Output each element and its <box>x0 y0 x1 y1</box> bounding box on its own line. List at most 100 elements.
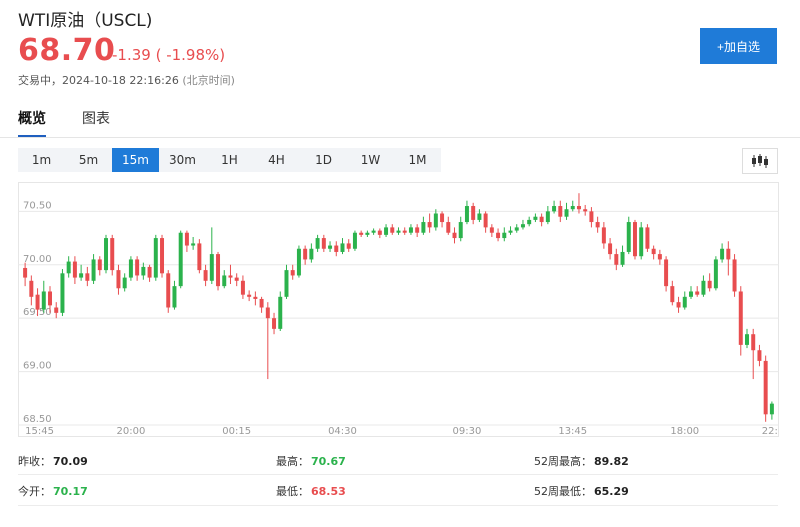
candle-body <box>122 277 127 289</box>
candle-body <box>539 216 544 223</box>
candle-body <box>166 273 171 308</box>
candle-body <box>334 245 339 252</box>
candle-body <box>520 224 525 228</box>
interval-15m[interactable]: 15m <box>112 148 159 172</box>
interval-1m[interactable]: 1m <box>18 148 65 172</box>
candle-body <box>713 259 718 289</box>
candle-body <box>496 232 501 239</box>
candle-body <box>104 238 109 271</box>
candle-body <box>738 291 743 345</box>
section-tabs: 概览 图表 <box>18 108 110 138</box>
stat-value: 89.82 <box>594 455 629 468</box>
x-tick-label: 20:00 <box>116 426 145 437</box>
candle-body <box>259 298 264 308</box>
interval-1h[interactable]: 1H <box>206 148 253 172</box>
candle-body <box>533 216 538 220</box>
interval-1w[interactable]: 1W <box>347 148 394 172</box>
candle-body <box>41 291 46 310</box>
candle-body <box>720 248 725 260</box>
candle-body <box>464 206 469 223</box>
x-tick-label: 09:30 <box>453 426 482 437</box>
candle-body <box>545 211 550 223</box>
candle-body <box>489 227 494 233</box>
price-chart[interactable]: 70.5070.0069.5069.0068.5015:4520:0000:15… <box>18 182 791 437</box>
candle-body <box>676 302 681 308</box>
stat-value: 65.29 <box>594 485 629 498</box>
last-price: 68.70 <box>18 33 116 68</box>
candle-body <box>595 222 600 228</box>
interval-1d[interactable]: 1D <box>300 148 347 172</box>
stats-row: 昨收： 70.09 最高： 70.67 52周最高： 89.82 <box>18 450 778 474</box>
candle-body <box>701 280 706 295</box>
candle-body <box>265 307 270 319</box>
candle-body <box>79 273 84 278</box>
candle-body <box>184 232 189 246</box>
x-tick-label: 22:15 <box>762 426 779 437</box>
candlestick-icon <box>752 154 768 168</box>
candle-body <box>377 230 382 235</box>
chart-frame <box>18 182 779 437</box>
stat-value: 70.67 <box>311 455 346 468</box>
candle-body <box>216 254 221 287</box>
candle-body <box>651 248 656 255</box>
candle-body <box>583 209 588 212</box>
stats-divider <box>18 474 778 475</box>
price-change: -1.39 ( -1.98%) <box>112 46 226 64</box>
candle-body <box>309 248 314 260</box>
candle-body <box>240 280 245 295</box>
candle-body <box>272 318 277 329</box>
y-tick-label: 68.50 <box>23 414 52 425</box>
candle-body <box>178 232 183 287</box>
candle-body <box>72 261 77 278</box>
stat-low: 最低： 68.53 <box>276 483 346 499</box>
stat-label: 最高： <box>276 455 309 468</box>
trading-status: 交易中，2024-10-18 22:16:26 (北京时间) <box>18 72 235 88</box>
candle-body <box>23 267 28 278</box>
candle-body <box>707 280 712 289</box>
candle-body <box>128 259 133 278</box>
candle-body <box>576 206 581 210</box>
candle-body <box>421 222 426 233</box>
candle-body <box>54 307 59 313</box>
candle-body <box>508 230 513 233</box>
candle-body <box>570 206 575 210</box>
add-to-watchlist-button[interactable]: +加自选 <box>700 28 777 64</box>
candle-body <box>471 206 476 220</box>
candle-body <box>359 232 364 235</box>
candle-body <box>234 277 239 281</box>
chart-svg: 70.5070.0069.5069.0068.5015:4520:0000:15… <box>18 182 791 437</box>
x-tick-label: 13:45 <box>558 426 587 437</box>
stat-prev-close: 昨收： 70.09 <box>18 453 88 469</box>
candle-body <box>483 213 488 228</box>
candle-body <box>371 230 376 233</box>
candle-body <box>284 270 289 297</box>
x-tick-label: 04:30 <box>328 426 357 437</box>
candle-body <box>614 254 619 265</box>
tab-chart[interactable]: 图表 <box>82 108 110 138</box>
stat-label: 52周最低： <box>534 485 592 498</box>
candle-body <box>732 259 737 292</box>
interval-5m[interactable]: 5m <box>65 148 112 172</box>
interval-30m[interactable]: 30m <box>159 148 206 172</box>
candle-body <box>564 209 569 217</box>
interval-1mo[interactable]: 1M <box>394 148 441 172</box>
stat-52w-low: 52周最低： 65.29 <box>534 483 629 499</box>
candle-body <box>203 270 208 281</box>
x-tick-label: 15:45 <box>25 426 54 437</box>
chart-type-toggle[interactable] <box>742 148 778 174</box>
stat-label: 52周最高： <box>534 455 592 468</box>
candle-body <box>321 238 326 249</box>
candle-body <box>60 273 65 313</box>
candle-body <box>427 222 432 228</box>
candle-body <box>440 213 445 223</box>
interval-4h[interactable]: 4H <box>253 148 300 172</box>
candle-body <box>763 360 768 415</box>
candle-body <box>402 230 407 233</box>
candle-body <box>477 213 482 220</box>
x-tick-label: 00:15 <box>222 426 251 437</box>
candle-body <box>191 243 196 246</box>
candle-body <box>552 206 557 212</box>
tab-overview[interactable]: 概览 <box>18 108 46 138</box>
candle-body <box>415 227 420 233</box>
candle-body <box>458 222 463 239</box>
